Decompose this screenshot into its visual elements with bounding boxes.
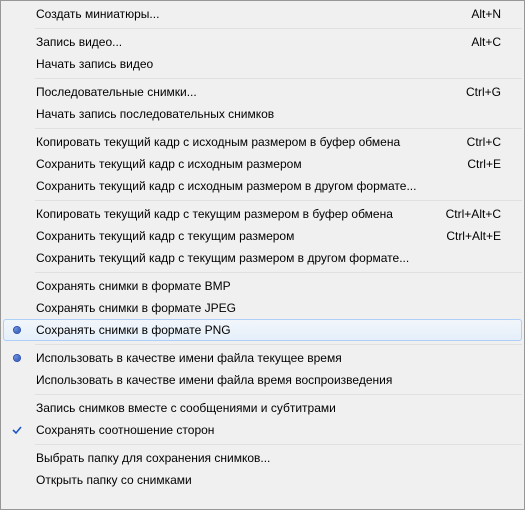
menu-item-label: Начать запись последовательных снимков bbox=[30, 107, 501, 121]
menu-item-label: Сохранить текущий кадр с исходным размер… bbox=[30, 179, 501, 193]
menu-item[interactable]: Сохранить текущий кадр с текущим размеро… bbox=[3, 247, 522, 269]
menu-item[interactable]: Открыть папку со снимками bbox=[3, 469, 522, 491]
menu-item-label: Сохранять снимки в формате PNG bbox=[30, 323, 501, 337]
menu-item[interactable]: Сохранять соотношение сторон bbox=[3, 419, 522, 441]
menu-item[interactable]: Копировать текущий кадр с исходным разме… bbox=[3, 131, 522, 153]
menu-item-shortcut: Ctrl+G bbox=[466, 85, 501, 99]
menu-item[interactable]: Сохранить текущий кадр с исходным размер… bbox=[3, 175, 522, 197]
menu-item-shortcut: Ctrl+E bbox=[467, 157, 501, 171]
menu-item-label: Запись снимков вместе с сообщениями и су… bbox=[30, 401, 501, 415]
menu-item-label: Выбрать папку для сохранения снимков... bbox=[30, 451, 501, 465]
menu-item[interactable]: Сохранить текущий кадр с исходным размер… bbox=[3, 153, 522, 175]
menu-item-shortcut: Ctrl+Alt+E bbox=[446, 229, 501, 243]
menu-item-label: Начать запись видео bbox=[30, 57, 501, 71]
menu-item-label: Сохранить текущий кадр с исходным размер… bbox=[30, 157, 467, 171]
menu-item[interactable]: Запись видео...Alt+C bbox=[3, 31, 522, 53]
menu-item-shortcut: Alt+N bbox=[471, 7, 501, 21]
menu-item-shortcut: Alt+C bbox=[471, 35, 501, 49]
menu-item[interactable]: Сохранить текущий кадр с текущим размеро… bbox=[3, 225, 522, 247]
check-icon bbox=[4, 424, 30, 436]
menu-item[interactable]: Создать миниатюры...Alt+N bbox=[3, 3, 522, 25]
menu-item-label: Использовать в качестве имени файла врем… bbox=[30, 373, 501, 387]
menu-item-label: Копировать текущий кадр с исходным разме… bbox=[30, 135, 467, 149]
menu-item-label: Открыть папку со снимками bbox=[30, 473, 501, 487]
radio-selected-icon bbox=[4, 355, 30, 361]
menu-item-label: Сохранять снимки в формате JPEG bbox=[30, 301, 501, 315]
menu-item[interactable]: Начать запись видео bbox=[3, 53, 522, 75]
menu-item[interactable]: Сохранять снимки в формате JPEG bbox=[3, 297, 522, 319]
menu-item[interactable]: Начать запись последовательных снимков bbox=[3, 103, 522, 125]
menu-item[interactable]: Сохранять снимки в формате PNG bbox=[3, 319, 522, 341]
menu-item-label: Копировать текущий кадр с текущим размер… bbox=[30, 207, 446, 221]
menu-item-label: Сохранить текущий кадр с текущим размеро… bbox=[30, 251, 501, 265]
menu-item-label: Использовать в качестве имени файла теку… bbox=[30, 351, 501, 365]
menu-item[interactable]: Копировать текущий кадр с текущим размер… bbox=[3, 203, 522, 225]
menu-item[interactable]: Последовательные снимки...Ctrl+G bbox=[3, 81, 522, 103]
menu-item[interactable]: Использовать в качестве имени файла врем… bbox=[3, 369, 522, 391]
menu-item[interactable]: Использовать в качестве имени файла теку… bbox=[3, 347, 522, 369]
menu-item[interactable]: Запись снимков вместе с сообщениями и су… bbox=[3, 397, 522, 419]
menu-item-shortcut: Ctrl+C bbox=[467, 135, 501, 149]
menu-item-label: Сохранять снимки в формате BMP bbox=[30, 279, 501, 293]
menu-item-label: Запись видео... bbox=[30, 35, 471, 49]
radio-selected-icon bbox=[4, 327, 30, 333]
menu-item-label: Последовательные снимки... bbox=[30, 85, 466, 99]
context-menu: Создать миниатюры...Alt+NЗапись видео...… bbox=[0, 0, 525, 510]
menu-item-label: Сохранять соотношение сторон bbox=[30, 423, 501, 437]
menu-item-label: Создать миниатюры... bbox=[30, 7, 471, 21]
menu-item[interactable]: Сохранять снимки в формате BMP bbox=[3, 275, 522, 297]
menu-item[interactable]: Выбрать папку для сохранения снимков... bbox=[3, 447, 522, 469]
menu-item-shortcut: Ctrl+Alt+C bbox=[446, 207, 501, 221]
menu-item-label: Сохранить текущий кадр с текущим размеро… bbox=[30, 229, 446, 243]
